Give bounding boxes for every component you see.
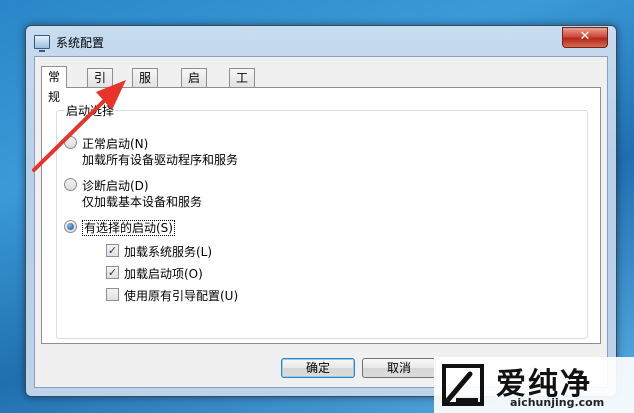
checkbox[interactable] (106, 288, 119, 301)
radio-button[interactable] (64, 220, 77, 233)
tab-tools[interactable]: 工具 (229, 68, 256, 103)
radio-label: 正常启动(N) (82, 137, 149, 151)
tab-boot[interactable]: 引导 (87, 68, 114, 103)
radio-label-wrap: 有选择的启动(S) (82, 219, 175, 236)
radio-label: 有选择的启动(S) (82, 220, 175, 236)
general-tab-page: 启动选择 正常启动(N) 加载所有设备驱动程序和服务 诊断启动(D) 仅加载基本… (41, 87, 601, 344)
tab-services[interactable]: 服务 (132, 68, 159, 103)
title-bar[interactable]: 系统配置 ✕ (26, 26, 616, 56)
radio-description: 加载所有设备驱动程序和服务 (82, 153, 239, 167)
radio-description: 仅加载基本设备和服务 (82, 195, 203, 209)
window-title: 系统配置 (56, 36, 105, 50)
checkbox-label: 使用原有引导配置(U) (124, 289, 239, 303)
watermark-url: aichunjing.com (510, 396, 605, 409)
watermark: 爱纯净 aichunjing.com (434, 357, 634, 413)
close-button[interactable]: ✕ (562, 27, 608, 48)
checkbox[interactable]: ✓ (106, 266, 119, 279)
radio-button[interactable] (64, 178, 77, 191)
tab-startup[interactable]: 启动 (181, 68, 208, 103)
checkbox-label: 加载启动项(O) (124, 267, 203, 281)
checkbox-label: 加载系统服务(L) (124, 245, 213, 259)
tab-general[interactable]: 常规 (41, 66, 68, 104)
monitor-icon (34, 35, 50, 52)
ok-button[interactable]: 确定 (281, 358, 355, 378)
radio-label: 诊断启动(D) (82, 179, 149, 193)
system-configuration-dialog: 系统配置 ✕ 常规 引导 服务 启动 工具 启动选择 正常启动(N) 加载所有设… (25, 25, 617, 397)
cancel-button[interactable]: 取消 (362, 358, 436, 378)
aichunjing-logo-icon (442, 364, 484, 406)
checkbox[interactable]: ✓ (106, 244, 119, 257)
radio-button[interactable] (64, 136, 77, 149)
dialog-client-area: 常规 引导 服务 启动 工具 启动选择 正常启动(N) 加载所有设备驱动程序和服… (34, 56, 608, 388)
group-label: 启动选择 (64, 102, 117, 119)
